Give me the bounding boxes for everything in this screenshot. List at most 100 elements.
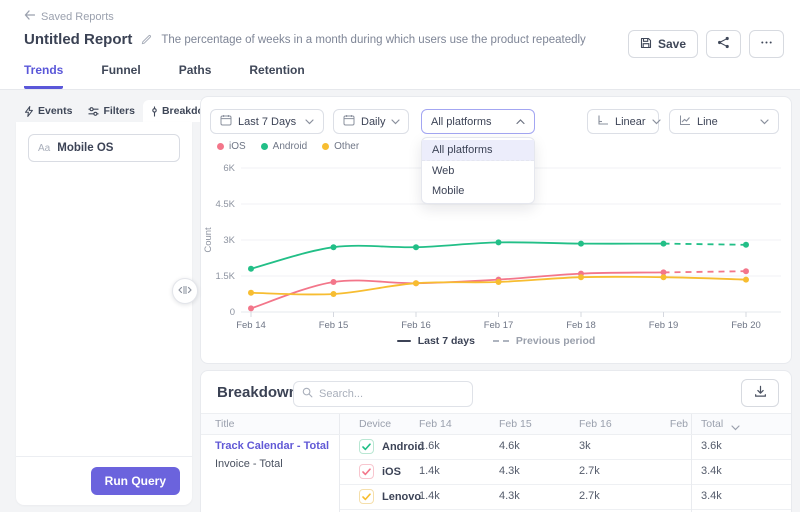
legend-item-other[interactable]: Other	[322, 141, 359, 152]
data-point-ios	[743, 268, 749, 274]
value-cell: 3.4k	[701, 465, 722, 477]
period-legend-label: Previous period	[516, 335, 595, 347]
breakdown-search	[293, 381, 473, 407]
page-title: Untitled Report	[24, 31, 132, 48]
sidebar-tab-label: Filters	[103, 105, 135, 117]
save-button[interactable]: Save	[628, 30, 698, 58]
platform-option-mobile[interactable]: Mobile	[422, 181, 534, 201]
chart-type-select[interactable]: Line	[669, 109, 779, 134]
col-header-feb: Feb	[670, 418, 688, 430]
dashed-line-swatch	[493, 340, 509, 342]
device-name: Android	[382, 441, 424, 453]
table-row-android: Android1.6k4.6k3k3.1k3.6k	[339, 435, 792, 460]
sidebar-tab-events[interactable]: Events	[16, 100, 80, 122]
bolt-icon	[24, 106, 34, 117]
linear-axis-icon	[597, 114, 609, 129]
column-divider	[339, 414, 340, 434]
run-query-button[interactable]: Run Query	[91, 467, 180, 495]
value-cell: 1.4k	[419, 490, 440, 502]
platform-option-web[interactable]: Web	[422, 161, 534, 181]
download-button[interactable]	[741, 379, 779, 407]
more-icon	[760, 36, 773, 52]
value-cell: 1.4k	[419, 465, 440, 477]
platform-option-all-platforms[interactable]: All platforms	[422, 140, 534, 161]
back-link[interactable]: Saved Reports	[24, 10, 114, 23]
granularity-select[interactable]: Daily	[333, 109, 409, 134]
legend-item-ios[interactable]: iOS	[217, 141, 246, 152]
resize-arrows-icon	[178, 282, 192, 300]
y-tick-label: 6K	[223, 163, 235, 174]
legend-item-android[interactable]: Android	[261, 141, 307, 152]
analytics-report-page: Saved Reports Untitled Report The percen…	[0, 0, 800, 512]
column-divider	[691, 435, 692, 512]
sidebar-tab-filters[interactable]: Filters	[80, 100, 143, 122]
y-tick-label: 1.5K	[215, 271, 235, 282]
period-legend-label: Last 7 days	[418, 335, 475, 347]
legend-dot	[261, 143, 268, 150]
date-range-select[interactable]: Last 7 Days	[210, 109, 324, 134]
save-icon	[640, 37, 652, 52]
y-tick-label: 3K	[223, 235, 235, 246]
edit-icon[interactable]	[141, 34, 152, 45]
value-cell: 2.7k	[579, 465, 600, 477]
breakdown-panel: Aa Mobile OS Run Query	[16, 122, 192, 505]
download-icon	[754, 385, 767, 401]
more-button[interactable]	[749, 30, 784, 58]
series-line-android	[251, 242, 664, 269]
col-header-feb-16: Feb 16	[579, 418, 612, 430]
save-label: Save	[658, 37, 686, 51]
col-header-total[interactable]: Total	[701, 418, 723, 430]
back-label: Saved Reports	[41, 11, 114, 23]
data-point-ios	[248, 305, 254, 311]
breakdown-property-mobile-os[interactable]: Aa Mobile OS	[28, 134, 180, 162]
trends-chart-card: Last 7 Days Daily All platforms All plat…	[200, 96, 792, 364]
platform-value: All platforms	[431, 116, 492, 128]
tab-trends[interactable]: Trends	[24, 63, 63, 89]
calendar-icon	[343, 114, 355, 129]
chevron-down-icon	[652, 119, 661, 125]
data-point-android	[413, 244, 419, 250]
solid-line-swatch	[397, 340, 411, 342]
checkbox-checked-icon[interactable]	[359, 464, 374, 479]
data-point-other	[496, 279, 502, 285]
device-name: iOS	[382, 466, 401, 478]
tab-paths[interactable]: Paths	[179, 63, 212, 89]
tab-funnel[interactable]: Funnel	[101, 63, 140, 89]
breakdown-table-card: Breakdown TitleDeviceFeb 14Feb 15Feb 16F…	[200, 370, 792, 512]
period-legend: Last 7 days Previous period	[201, 335, 791, 347]
chevron-down-icon	[391, 119, 400, 125]
legend-dot	[217, 143, 224, 150]
value-cell: 3.6k	[701, 440, 722, 452]
checkbox-checked-icon[interactable]	[359, 489, 374, 504]
col-header-device: Device	[359, 418, 391, 430]
scale-value: Linear	[615, 116, 646, 128]
data-point-other	[578, 274, 584, 280]
sidebar-tab-label: Events	[38, 105, 72, 117]
title-item-track-calendar-total[interactable]: Track Calendar - Total	[201, 437, 339, 455]
x-tick-label: Feb 15	[319, 320, 349, 331]
share-button[interactable]	[706, 30, 741, 58]
property-label: Mobile OS	[57, 142, 113, 154]
legend-dot	[322, 143, 329, 150]
scale-select[interactable]: Linear	[587, 109, 659, 134]
title-column: Track Calendar - TotalInvoice - Total	[201, 435, 339, 512]
data-point-other	[248, 290, 254, 296]
column-divider	[339, 435, 340, 512]
series-legend: iOS Android Other	[217, 141, 359, 152]
search-input[interactable]	[319, 388, 464, 400]
title-item-invoice-total[interactable]: Invoice - Total	[201, 455, 339, 473]
tab-retention[interactable]: Retention	[249, 63, 304, 89]
calendar-icon	[220, 114, 232, 129]
period-legend-solid: Last 7 days	[397, 335, 475, 347]
chart-type-value: Line	[697, 116, 718, 128]
legend-label: Android	[273, 141, 307, 152]
report-tabs: Trends Funnel Paths Retention	[24, 63, 305, 89]
x-tick-label: Feb 16	[401, 320, 431, 331]
sidebar-resize-handle[interactable]	[172, 278, 198, 304]
checkbox-checked-icon[interactable]	[359, 439, 374, 454]
value-cell: 4.6k	[499, 440, 520, 452]
x-tick-label: Feb 17	[484, 320, 514, 331]
col-header-title: Title	[215, 418, 234, 430]
chart-controls: Last 7 Days Daily All platforms All plat…	[210, 109, 779, 134]
platform-select[interactable]: All platforms	[421, 109, 535, 134]
